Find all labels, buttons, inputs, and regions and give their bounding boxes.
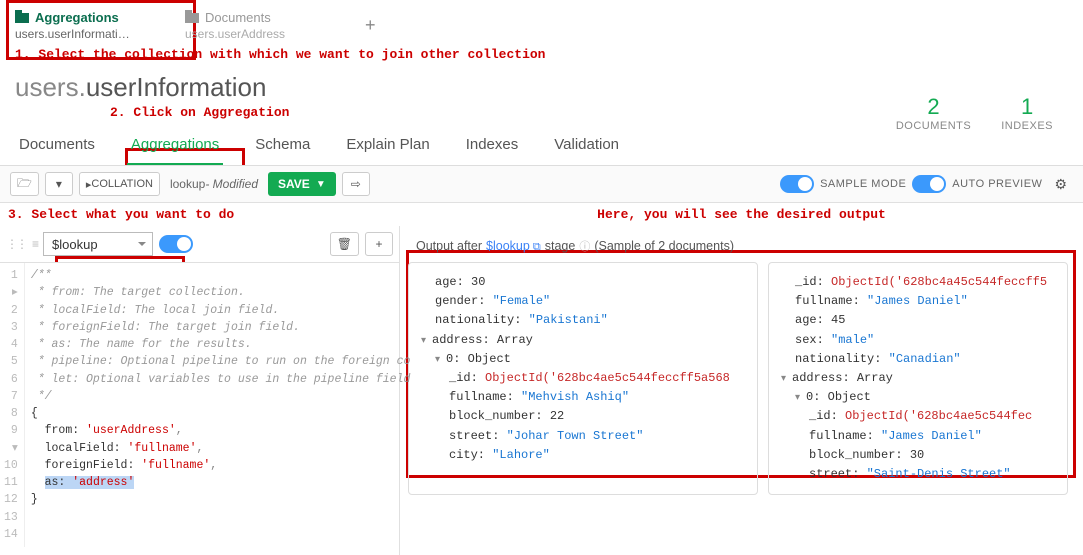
sample-mode-toggle[interactable] [780,175,814,193]
collation-button[interactable]: ▸ COLLATION [79,172,160,196]
settings-icon[interactable]: ⚙ [1048,176,1073,193]
stage-operator-select[interactable]: $lookup [43,232,153,256]
add-tab-button[interactable]: + [365,15,376,36]
file-tab-bar: Aggregations users.userInformati… Docume… [0,0,1083,45]
file-tab-subtitle: users.userAddress [185,27,335,41]
stat-value: 1 [1001,94,1053,120]
auto-preview-label: AUTO PREVIEW [952,178,1042,190]
file-tab-title: Documents [205,10,271,25]
output-document: age: 30 gender: "Female" nationality: "P… [408,262,758,495]
drag-handle-icon[interactable]: ⋮⋮ [6,237,26,251]
annotation-step3: 3. Select what you want to do [0,203,400,226]
line-gutter: 1 ▸23456789 ▾1011121314 [0,263,25,547]
add-stage-button[interactable]: + [365,232,393,256]
external-link-icon: ⧉ [530,241,541,253]
export-button[interactable]: 🗁 [10,172,39,196]
auto-preview-toggle[interactable] [912,175,946,193]
aggregation-workspace: ⋮⋮ ≡ $lookup 🗑 + 1 ▸23456789 ▾1011121314… [0,226,1083,555]
stage-editor[interactable]: 1 ▸23456789 ▾1011121314 /** * from: The … [0,263,399,555]
info-icon: ⓘ [579,238,590,254]
file-tab-aggregations[interactable]: Aggregations users.userInformati… [15,10,165,41]
pipeline-toolbar: 🗁 ▾ ▸ COLLATION lookup- Modified SAVE▼ ⇨… [0,166,1083,203]
file-tab-title: Aggregations [35,10,119,25]
folder-icon [15,13,29,23]
output-header: Output after $lookup ⧉ stage ⓘ (Sample o… [408,234,1075,262]
stage-enabled-toggle[interactable] [159,235,193,253]
file-tab-subtitle: users.userInformati… [15,27,165,41]
pipeline-name: lookup- Modified [166,177,262,191]
sample-mode-label: SAMPLE MODE [820,178,906,190]
output-cards: age: 30 gender: "Female" nationality: "P… [408,262,1075,495]
tab-indexes[interactable]: Indexes [462,128,523,165]
export-pipeline-button[interactable]: ⇨ [342,172,370,196]
tab-documents[interactable]: Documents [15,128,99,165]
tab-explain-plan[interactable]: Explain Plan [342,128,433,165]
output-document: _id: ObjectId('628bc4a45c544feccff5 full… [768,262,1068,495]
delete-stage-button[interactable]: 🗑 [330,232,359,256]
tab-validation[interactable]: Validation [550,128,623,165]
stage-header: ⋮⋮ ≡ $lookup 🗑 + [0,226,399,263]
collection-tabs: Documents Aggregations Schema Explain Pl… [0,120,1083,166]
folder-icon [185,13,199,23]
new-pipeline-button[interactable]: ▾ [45,172,73,196]
save-button[interactable]: SAVE▼ [268,172,336,196]
file-tab-documents[interactable]: Documents users.userAddress [185,10,335,41]
code-body[interactable]: /** * from: The target collection. * loc… [25,263,417,547]
output-stage-link[interactable]: $lookup ⧉ [486,239,541,254]
stat-value: 2 [896,94,971,120]
collection-name: userInformation [86,72,267,102]
tab-aggregations[interactable]: Aggregations [127,128,223,165]
tab-schema[interactable]: Schema [251,128,314,165]
annotation-output-note: Here, you will see the desired output [400,203,1083,226]
db-name: users [15,72,79,102]
annotation-step1: 1. Select the collection with which we w… [0,45,1083,64]
list-icon[interactable]: ≡ [32,237,37,251]
